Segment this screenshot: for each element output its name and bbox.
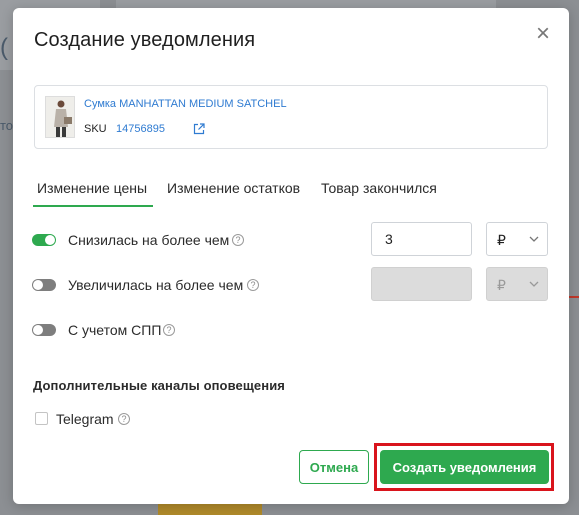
close-icon[interactable]: × xyxy=(531,22,555,47)
decrease-currency-select[interactable]: ₽ xyxy=(486,222,548,256)
background-badge xyxy=(158,503,262,515)
sku-value-link[interactable]: 14756895 xyxy=(116,123,165,135)
extra-channels-title: Дополнительные каналы оповещения xyxy=(33,378,285,393)
increase-currency-select: ₽ xyxy=(486,267,548,301)
increase-toggle[interactable] xyxy=(32,279,56,291)
cancel-button[interactable]: Отмена xyxy=(299,450,369,484)
currency-value: ₽ xyxy=(497,277,506,293)
sku-label: SKU xyxy=(84,123,107,135)
chevron-down-icon xyxy=(529,236,539,242)
decrease-amount-input[interactable] xyxy=(371,222,472,256)
create-notification-button[interactable]: Создать уведомления xyxy=(380,450,549,484)
product-thumbnail xyxy=(45,96,75,138)
background-line xyxy=(569,296,579,298)
spp-toggle[interactable] xyxy=(32,324,56,336)
product-name-link[interactable]: Сумка MANHATTAN MEDIUM SATCHEL xyxy=(84,98,287,110)
increase-amount-input xyxy=(371,267,472,301)
tab-price-change[interactable]: Изменение цены xyxy=(37,180,147,196)
tab-out-of-stock[interactable]: Товар закончился xyxy=(321,180,437,196)
product-card: Сумка MANHATTAN MEDIUM SATCHEL SKU 14756… xyxy=(34,85,548,149)
increase-label: Увеличилась на более чем xyxy=(68,277,244,293)
notification-type-tabs: Изменение цены Изменение остатков Товар … xyxy=(33,180,473,208)
modal-title: Создание уведомления xyxy=(34,29,256,51)
telegram-checkbox[interactable] xyxy=(35,412,48,425)
tab-stock-change[interactable]: Изменение остатков xyxy=(167,180,300,196)
help-icon[interactable]: ? xyxy=(118,413,130,425)
decrease-toggle[interactable] xyxy=(32,234,56,246)
help-icon[interactable]: ? xyxy=(232,234,244,246)
background-fragment: ( xyxy=(0,34,8,61)
external-link-icon[interactable] xyxy=(193,123,205,135)
spp-label: С учетом СПП xyxy=(68,322,162,338)
decrease-label: Снизилась на более чем xyxy=(68,232,230,248)
help-icon[interactable]: ? xyxy=(163,324,175,336)
chevron-down-icon xyxy=(529,281,539,287)
telegram-label: Telegram xyxy=(56,411,114,427)
currency-value: ₽ xyxy=(497,232,506,248)
help-icon[interactable]: ? xyxy=(247,279,259,291)
background-fragment: то xyxy=(0,118,14,133)
highlight-box: Создать уведомления xyxy=(374,443,554,491)
create-notification-modal: Создание уведомления × Сумка MANHATTAN M… xyxy=(13,8,569,504)
active-tab-indicator xyxy=(33,205,153,207)
